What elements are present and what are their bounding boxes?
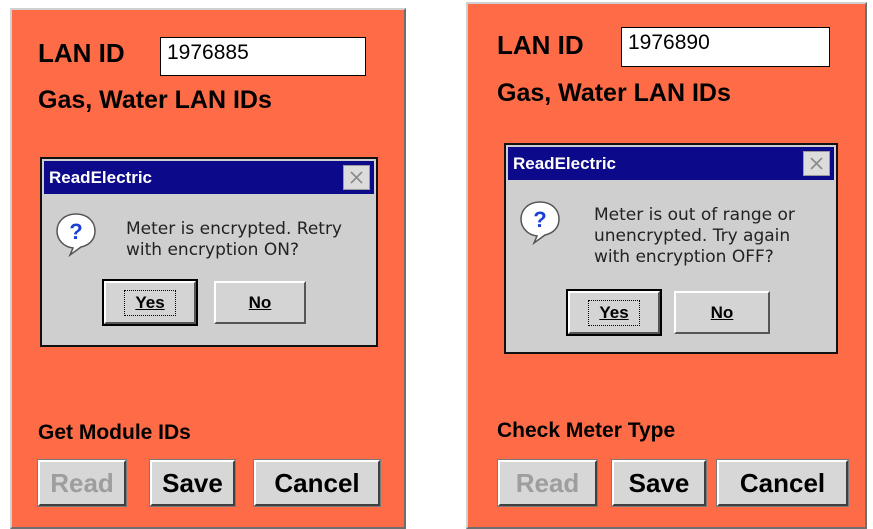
save-button[interactable]: Save: [611, 459, 707, 507]
device-screen-1: LAN ID 1976885 Gas, Water LAN IDs ReadEl…: [10, 8, 406, 529]
no-label: No: [710, 302, 734, 322]
close-icon: [350, 171, 363, 184]
dialog-titlebar: ReadElectric: [508, 147, 834, 180]
dialog-message: Meter is out of range or unencrypted. Tr…: [594, 205, 795, 268]
message-line: with encryption OFF?: [594, 247, 774, 267]
status-label: Get Module IDs: [38, 421, 191, 444]
question-icon: ?: [56, 213, 96, 257]
read-electric-dialog: ReadElectric ? Meter is out of range or …: [504, 143, 838, 354]
yes-label: Yes: [599, 302, 629, 322]
message-line: Meter is out of range or: [594, 205, 795, 225]
dialog-title: ReadElectric: [513, 153, 616, 173]
read-button[interactable]: Read: [37, 459, 127, 507]
dialog-titlebar: ReadElectric: [44, 161, 374, 194]
lan-id-input[interactable]: 1976885: [160, 37, 366, 76]
read-button[interactable]: Read: [497, 459, 598, 507]
svg-text:?: ?: [69, 219, 82, 244]
no-label: No: [248, 292, 272, 312]
lan-id-label: LAN ID: [38, 38, 125, 68]
lan-id-input[interactable]: 1976890: [621, 27, 830, 67]
close-button[interactable]: [343, 165, 370, 190]
yes-label: Yes: [135, 292, 165, 312]
yes-button[interactable]: Yes: [566, 289, 662, 336]
message-line: Meter is encrypted. Retry: [126, 219, 342, 239]
message-line: with encryption ON?: [126, 240, 299, 260]
gas-water-lan-ids-label: Gas, Water LAN IDs: [497, 79, 731, 107]
save-button[interactable]: Save: [149, 459, 236, 507]
close-button[interactable]: [803, 151, 830, 176]
cancel-button[interactable]: Cancel: [253, 459, 381, 507]
device-screen-2: LAN ID 1976890 Gas, Water LAN IDs ReadEl…: [466, 2, 867, 529]
message-line: unencrypted. Try again: [594, 226, 791, 246]
cancel-button[interactable]: Cancel: [716, 459, 849, 507]
question-icon: ?: [520, 201, 560, 245]
gas-water-lan-ids-label: Gas, Water LAN IDs: [38, 86, 272, 114]
close-icon: [810, 157, 823, 170]
read-electric-dialog: ReadElectric ? Meter is encrypted. Retry…: [40, 157, 378, 347]
svg-text:?: ?: [533, 207, 546, 232]
dialog-message: Meter is encrypted. Retry with encryptio…: [126, 219, 342, 261]
lan-id-label: LAN ID: [497, 30, 584, 60]
status-label: Check Meter Type: [497, 419, 676, 442]
dialog-title: ReadElectric: [49, 167, 152, 187]
yes-button[interactable]: Yes: [102, 279, 198, 326]
no-button[interactable]: No: [674, 291, 770, 334]
no-button[interactable]: No: [214, 281, 306, 324]
